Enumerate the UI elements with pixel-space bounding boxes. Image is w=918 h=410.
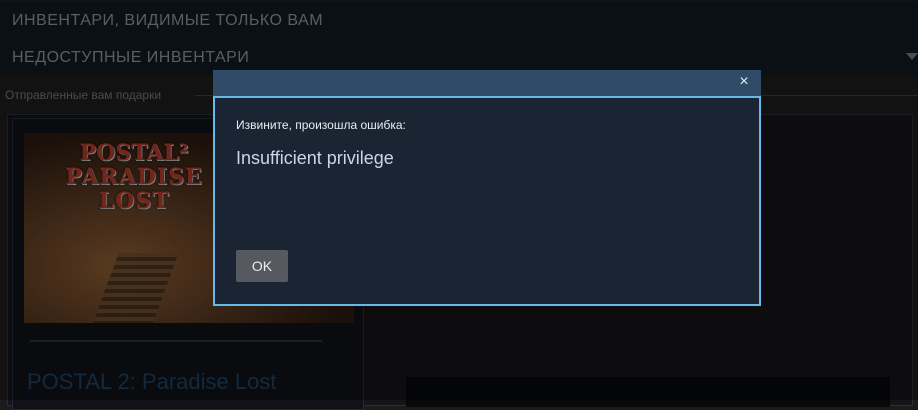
error-heading: Извините, произошла ошибка: [236, 118, 406, 132]
dialog-header: × [213, 70, 761, 96]
error-dialog: × Извините, произошла ошибка: Insufficie… [213, 70, 761, 306]
ok-button[interactable]: OK [236, 250, 288, 282]
close-icon[interactable]: × [737, 74, 751, 90]
error-message: Insufficient privilege [236, 148, 394, 168]
dialog-body: Извините, произошла ошибка: Insufficient… [213, 96, 761, 306]
